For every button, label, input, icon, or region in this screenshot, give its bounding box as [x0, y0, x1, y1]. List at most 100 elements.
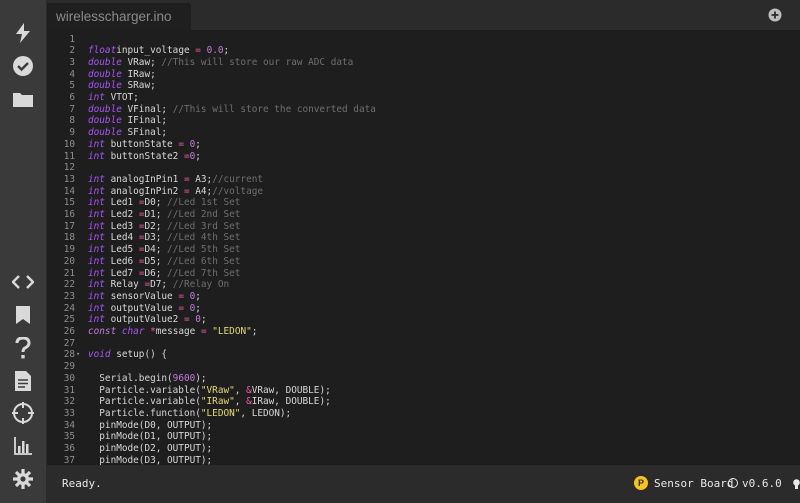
- code-token: //Led 2nd Set: [167, 209, 241, 220]
- line-number: 3: [69, 56, 75, 68]
- code-line[interactable]: 14 int analogInPin2 = A4;//voltage: [47, 186, 800, 198]
- code-token: double: [88, 56, 122, 68]
- code-token: int: [88, 314, 105, 326]
- code-line[interactable]: 6 int VTOT;: [47, 92, 800, 104]
- chart-icon[interactable]: [9, 432, 37, 460]
- code-line[interactable]: 25 int outputValue2 = 0;: [47, 314, 800, 326]
- line-number: 6: [69, 92, 75, 103]
- code-token: pinMode(D3, OUTPUT);: [88, 454, 213, 465]
- code-token: pinMode(D2, OUTPUT);: [88, 443, 213, 454]
- code-token: double: [88, 68, 122, 80]
- code-line[interactable]: 29: [47, 361, 800, 373]
- code-line[interactable]: 36 pinMode(D2, OUTPUT);: [47, 443, 800, 455]
- code-line[interactable]: 1: [47, 34, 800, 46]
- code-line[interactable]: 2 floatinput_voltage = 0.0;: [47, 45, 800, 57]
- code-line[interactable]: 3 double VRaw; //This will store our raw …: [47, 57, 800, 69]
- code-line[interactable]: 33 Particle.function("LEDON", LEDON);: [47, 408, 800, 420]
- target-icon[interactable]: [9, 399, 37, 427]
- code-icon[interactable]: [9, 268, 37, 296]
- code-line[interactable]: 23 int sensorValue = 0;: [47, 291, 800, 303]
- code-token: analogInPin1: [104, 173, 184, 185]
- code-token: char: [121, 326, 145, 337]
- code-text: pinMode(D0, OUTPUT);: [88, 420, 212, 432]
- code-line[interactable]: 24 int outputValue = 0;: [47, 303, 800, 315]
- code-text: int analogInPin1 = A3;//current: [88, 174, 263, 186]
- line-number: 31: [63, 384, 75, 396]
- line-number: 9: [69, 127, 75, 139]
- code-line[interactable]: 22 int Relay =D7; //Relay On: [47, 279, 800, 291]
- add-tab-icon[interactable]: [768, 8, 782, 22]
- code-text: int Led2 =D1; //Led 2nd Set: [88, 209, 240, 221]
- code-line[interactable]: 20 int Led6 =D5; //Led 6th Set: [47, 256, 800, 268]
- code-line[interactable]: 21 int Led7 =D6; //Led 7th Set: [47, 268, 800, 280]
- code-line[interactable]: 30 Serial.begin(9600);: [47, 373, 800, 385]
- line-number: 18: [63, 232, 75, 244]
- code-line[interactable]: 26 const char *message = "LEDON";: [47, 326, 800, 338]
- code-text: const char *message = "LEDON";: [88, 326, 257, 338]
- code-token: Led2: [104, 209, 139, 220]
- help-icon[interactable]: [9, 334, 37, 362]
- code-line[interactable]: 12: [47, 162, 800, 174]
- code-line[interactable]: 10 int buttonState = 0;: [47, 139, 800, 151]
- code-line[interactable]: 5 double SRaw;: [47, 80, 800, 92]
- code-token: message: [155, 326, 201, 337]
- code-token: VTOT;: [104, 92, 139, 103]
- code-token: ;: [223, 45, 230, 57]
- code-line[interactable]: 18 int Led4 =D3; //Led 4th Set: [47, 232, 800, 244]
- code-line[interactable]: 31 Particle.variable("VRaw", &VRaw, DOUB…: [47, 385, 800, 397]
- code-line[interactable]: 35 pinMode(D1, OUTPUT);: [47, 431, 800, 443]
- line-number: 21: [63, 267, 75, 279]
- code-token: //current: [212, 173, 264, 185]
- line-number: 19: [63, 244, 75, 256]
- code-token: double: [88, 80, 122, 92]
- device-name[interactable]: Sensor Board: [654, 477, 733, 490]
- code-line[interactable]: 4 double IRaw;: [47, 69, 800, 81]
- code-editor[interactable]: 1 2 floatinput_voltage = 0.0; 3 double VRaw;…: [47, 30, 800, 465]
- code-line[interactable]: 13 int analogInPin1 = A3;//current: [47, 174, 800, 186]
- code-token: float: [88, 45, 117, 57]
- code-token: A3;: [189, 173, 213, 185]
- code-text: pinMode(D3, OUTPUT);: [88, 455, 212, 465]
- folder-icon[interactable]: [9, 85, 37, 113]
- code-line[interactable]: 7 double VFinal; //This will store the co…: [47, 104, 800, 116]
- line-number: 12: [63, 162, 75, 174]
- lightbulb-icon[interactable]: [793, 477, 800, 495]
- line-number: 37: [63, 454, 75, 465]
- code-text: int outputValue = 0;: [88, 303, 201, 315]
- code-line[interactable]: 8 double IFinal;: [47, 115, 800, 127]
- code-line[interactable]: 11 int buttonState2 =0;: [47, 151, 800, 163]
- code-line[interactable]: 15 int Led1 =D0; //Led 1st Set: [47, 197, 800, 209]
- file-tab[interactable]: wirelesscharger.ino: [47, 3, 191, 30]
- code-token: analogInPin2: [104, 185, 184, 197]
- fold-arrow-icon[interactable]: ▾: [76, 349, 80, 361]
- code-line[interactable]: 19 int Led5 =D4; //Led 5th Set: [47, 244, 800, 256]
- line-number: 32: [63, 396, 75, 408]
- code-line[interactable]: 37 pinMode(D3, OUTPUT);: [47, 455, 800, 465]
- code-line[interactable]: 27: [47, 338, 800, 350]
- verify-check-icon[interactable]: [9, 52, 37, 80]
- code-line[interactable]: 34 pinMode(D0, OUTPUT);: [47, 420, 800, 432]
- flash-icon[interactable]: [9, 19, 37, 47]
- code-line[interactable]: 28 ▾ void setup() {: [47, 349, 800, 361]
- bookmark-icon[interactable]: [9, 301, 37, 329]
- code-text: double IRaw;: [88, 69, 156, 81]
- code-token: ;: [195, 150, 201, 162]
- line-number: 15: [63, 197, 75, 209]
- code-line[interactable]: 9 double SFinal;: [47, 127, 800, 139]
- code-line[interactable]: 32 Particle.variable("IRaw", &IRaw, DOUB…: [47, 396, 800, 408]
- code-line[interactable]: 17 int Led3 =D2; //Led 3rd Set: [47, 221, 800, 233]
- code-token: );: [195, 372, 207, 384]
- device-badge-icon[interactable]: P: [634, 476, 648, 490]
- code-token: Led3: [104, 220, 139, 232]
- code-token: , LEDON);: [240, 407, 292, 419]
- line-number: 29: [63, 361, 75, 373]
- line-number: 22: [63, 279, 75, 291]
- document-icon[interactable]: [9, 367, 37, 395]
- code-line[interactable]: 16 int Led2 =D1; //Led 2nd Set: [47, 209, 800, 221]
- code-token: D7;: [150, 279, 173, 291]
- code-text: pinMode(D2, OUTPUT);: [88, 443, 212, 455]
- line-number: 34: [63, 419, 75, 431]
- gear-icon[interactable]: [9, 465, 37, 493]
- code-token: ;: [195, 302, 201, 314]
- code-token: //voltage: [212, 185, 264, 197]
